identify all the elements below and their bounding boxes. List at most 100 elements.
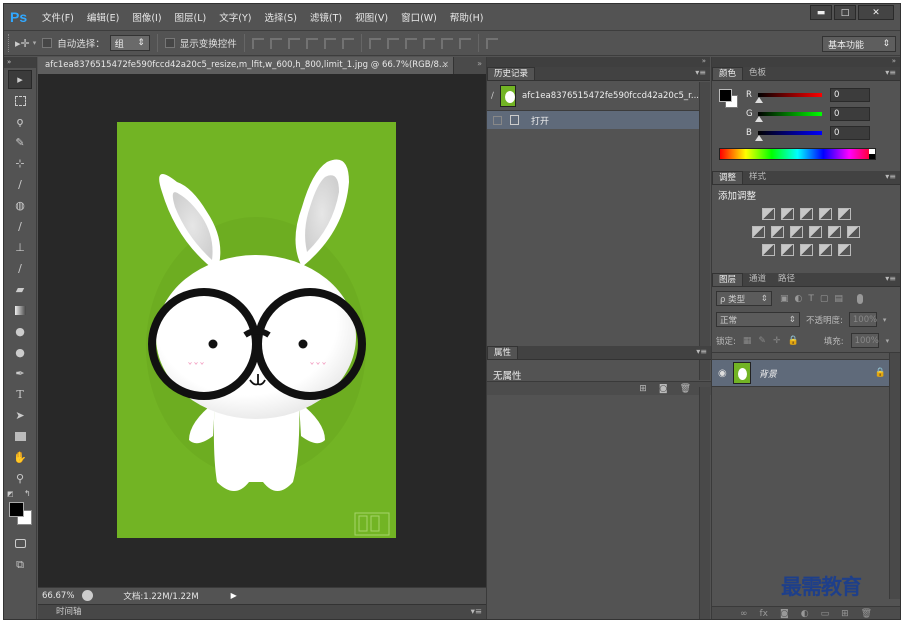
- color-panel-menu-icon[interactable]: ▾≡: [885, 68, 896, 77]
- image-artboard[interactable]: ˇˇˇ ˇˇˇ: [117, 122, 396, 538]
- path-select-tool-icon[interactable]: ➤: [8, 406, 32, 425]
- timeline-panel[interactable]: 时间轴 ▾≡: [38, 604, 486, 619]
- history-brush-source-icon[interactable]: [493, 115, 502, 125]
- timeline-tab[interactable]: 时间轴: [56, 607, 82, 617]
- history-brush-tool-icon[interactable]: ∕: [8, 259, 32, 278]
- posterize-icon[interactable]: [780, 244, 794, 256]
- new-group-icon[interactable]: ▭: [821, 609, 830, 619]
- distribute-top-icon[interactable]: [368, 37, 381, 49]
- dock-collapse-icon[interactable]: »: [487, 57, 710, 67]
- red-value-input[interactable]: 0: [830, 87, 870, 102]
- maximize-button[interactable]: □: [834, 5, 856, 20]
- color-balance-icon[interactable]: [771, 226, 784, 238]
- tab-swatches[interactable]: 色板: [743, 67, 772, 80]
- add-mask-icon[interactable]: ◙: [780, 609, 789, 619]
- history-snapshot[interactable]: ∕ afc1ea8376515472fe590fccd42a20c5_r...: [487, 81, 699, 111]
- menu-select[interactable]: 选择(S): [264, 10, 296, 24]
- show-transform-checkbox[interactable]: [164, 38, 175, 48]
- dodge-tool-icon[interactable]: ●: [8, 343, 32, 362]
- crop-tool-icon[interactable]: ⊹: [8, 154, 32, 173]
- clone-stamp-tool-icon[interactable]: ⊥: [8, 238, 32, 257]
- lock-position-icon[interactable]: ✛: [773, 336, 781, 346]
- tab-adjustments[interactable]: 调整: [712, 171, 744, 184]
- screen-mode-icon[interactable]: ⧉: [8, 555, 32, 574]
- history-panel-menu-icon[interactable]: ▾≡: [695, 68, 706, 77]
- lock-image-icon[interactable]: ✎: [758, 336, 766, 346]
- marquee-tool-icon[interactable]: [8, 91, 32, 110]
- lock-transparent-icon[interactable]: ▦: [743, 336, 752, 346]
- foreground-color-swatch[interactable]: [9, 502, 24, 517]
- delete-layer-icon[interactable]: 🗑: [861, 609, 872, 619]
- curves-icon[interactable]: [799, 208, 813, 220]
- link-layers-icon[interactable]: ∞: [740, 609, 748, 619]
- visibility-eye-icon[interactable]: ◉: [718, 368, 727, 379]
- properties-panel-menu-icon[interactable]: ▾≡: [696, 347, 707, 356]
- red-slider-knob[interactable]: [755, 96, 763, 103]
- black-white-icon[interactable]: [790, 226, 803, 238]
- distribute-bottom-icon[interactable]: [404, 37, 417, 49]
- fill-input[interactable]: 100%: [850, 333, 879, 348]
- distribute-left-icon[interactable]: [422, 37, 435, 49]
- preset-dropdown-icon[interactable]: ▾: [33, 39, 37, 47]
- fill-dropdown-arrow-icon[interactable]: ▾: [886, 337, 890, 345]
- gradient-tool-icon[interactable]: [8, 301, 32, 320]
- options-grip[interactable]: [8, 34, 11, 52]
- rectangle-tool-icon[interactable]: [8, 427, 32, 446]
- auto-select-checkbox[interactable]: [42, 38, 53, 48]
- layer-name[interactable]: 背景: [759, 367, 777, 380]
- menu-help[interactable]: 帮助(H): [450, 10, 484, 24]
- move-tool-preset-icon[interactable]: ▸✛: [15, 37, 30, 50]
- opacity-dropdown-arrow-icon[interactable]: ▾: [883, 316, 887, 324]
- tab-layers[interactable]: 图层: [712, 273, 744, 286]
- tab-channels[interactable]: 通道: [743, 273, 772, 286]
- healing-brush-tool-icon[interactable]: ◍: [8, 196, 32, 215]
- photo-filter-icon[interactable]: [809, 226, 822, 238]
- tab-styles[interactable]: 样式: [743, 171, 772, 184]
- close-document-icon[interactable]: ×: [442, 57, 449, 74]
- align-top-icon[interactable]: [251, 37, 264, 49]
- history-item[interactable]: 打开: [487, 111, 699, 129]
- eyedropper-tool-icon[interactable]: ∕: [8, 175, 32, 194]
- default-colors-icon[interactable]: ◩: [7, 490, 14, 498]
- close-button[interactable]: ✕: [858, 5, 894, 20]
- align-left-icon[interactable]: [305, 37, 318, 49]
- green-slider-knob[interactable]: [755, 115, 763, 122]
- blue-value-input[interactable]: 0: [830, 125, 870, 140]
- tab-history[interactable]: 历史记录: [487, 67, 536, 80]
- blend-mode-dropdown[interactable]: 正常 ⇕: [716, 312, 800, 327]
- color-lookup-icon[interactable]: [847, 226, 860, 238]
- invert-icon[interactable]: [761, 244, 775, 256]
- swap-colors-icon[interactable]: ↰: [24, 489, 31, 498]
- quick-mask-icon[interactable]: [8, 534, 32, 553]
- status-info-icon[interactable]: [82, 590, 94, 601]
- timeline-menu-icon[interactable]: ▾≡: [471, 605, 482, 619]
- status-menu-arrow-icon[interactable]: ▶: [231, 591, 237, 600]
- filter-toggle-icon[interactable]: [856, 293, 863, 304]
- red-slider[interactable]: [755, 92, 822, 103]
- document-tab[interactable]: afc1ea8376515472fe590fccd42a20c5_resize,…: [38, 57, 454, 74]
- zoom-tool-icon[interactable]: ⚲: [8, 469, 32, 488]
- hue-saturation-icon[interactable]: [752, 226, 765, 238]
- blue-slider-knob[interactable]: [755, 134, 763, 141]
- pen-tool-icon[interactable]: ✒: [8, 364, 32, 383]
- green-slider[interactable]: [755, 111, 822, 122]
- tab-properties[interactable]: 属性: [487, 346, 519, 359]
- type-tool-icon[interactable]: T: [8, 385, 32, 404]
- new-layer-icon[interactable]: ⊞: [841, 609, 849, 619]
- menu-file[interactable]: 文件(F): [42, 10, 74, 24]
- levels-icon[interactable]: [780, 208, 794, 220]
- menu-window[interactable]: 窗口(W): [401, 10, 437, 24]
- color-spectrum-bar[interactable]: [719, 148, 876, 160]
- move-tool-icon[interactable]: ▸: [8, 70, 32, 89]
- layers-panel-menu-icon[interactable]: ▾≡: [885, 274, 896, 283]
- auto-align-icon[interactable]: [485, 37, 498, 49]
- vibrance-icon[interactable]: [837, 208, 851, 220]
- tools-collapse-icon[interactable]: »: [4, 57, 36, 68]
- distribute-right-icon[interactable]: [458, 37, 471, 49]
- selective-color-icon[interactable]: [818, 244, 832, 256]
- tab-color[interactable]: 颜色: [712, 67, 744, 80]
- properties-scrollbar[interactable]: [699, 387, 710, 619]
- exposure-icon[interactable]: [818, 208, 832, 220]
- layer-style-icon[interactable]: fx: [760, 609, 769, 619]
- align-right-icon[interactable]: [341, 37, 354, 49]
